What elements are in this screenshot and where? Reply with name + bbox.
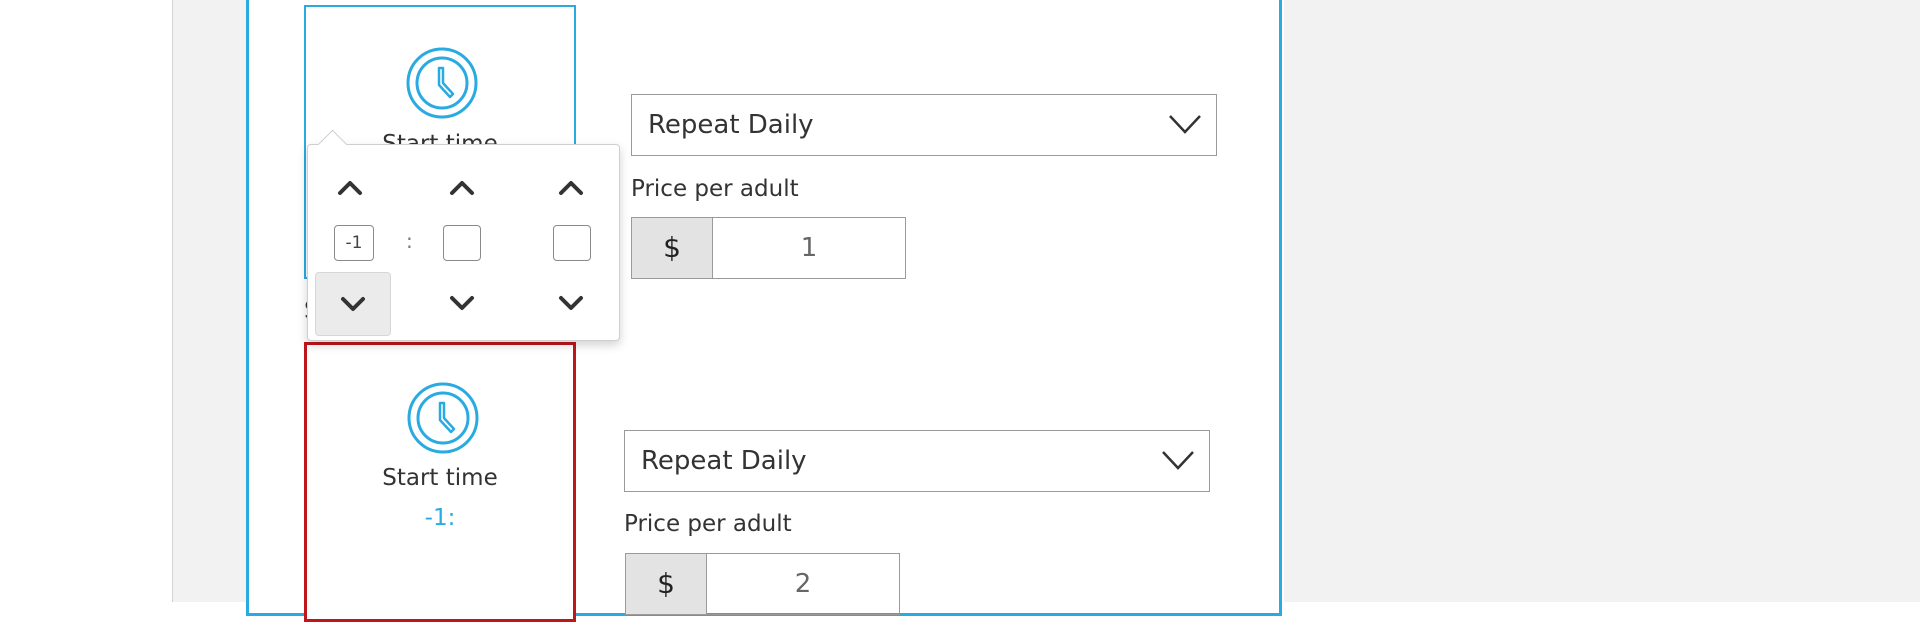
chevron-down-icon — [450, 296, 474, 310]
minutes-decrement-button[interactable] — [425, 272, 499, 334]
chevron-up-icon — [338, 181, 362, 195]
repeat-select-2[interactable]: Repeat Daily — [624, 430, 1210, 492]
start-time-value: -1: — [424, 505, 456, 531]
minutes-input[interactable] — [443, 225, 481, 261]
time-separator: : — [406, 229, 413, 253]
chevron-up-icon — [559, 181, 583, 195]
left-gutter — [173, 0, 247, 602]
clock-icon — [407, 382, 479, 454]
chevron-down-icon — [559, 296, 583, 310]
page-background-right — [1284, 0, 1920, 602]
time-picker-popover: -1 : — [307, 129, 620, 341]
price-per-adult-label: Price per adult — [624, 511, 792, 537]
price-field-2: $ 2 — [625, 553, 900, 615]
chevron-down-icon — [1169, 115, 1201, 134]
minutes-increment-button[interactable] — [425, 157, 499, 219]
currency-addon: $ — [632, 218, 713, 278]
seconds-input[interactable] — [553, 225, 591, 261]
clock-icon — [406, 47, 478, 119]
repeat-select-value: Repeat Daily — [648, 110, 814, 140]
price-input-2[interactable]: 2 — [707, 554, 899, 614]
hours-decrement-button[interactable] — [315, 272, 391, 336]
start-time-label: Start time — [382, 465, 498, 491]
chevron-down-icon — [341, 297, 365, 311]
price-per-adult-label: Price per adult — [631, 176, 799, 202]
repeat-select-1[interactable]: Repeat Daily — [631, 94, 1217, 156]
hours-input[interactable]: -1 — [334, 225, 374, 261]
price-field-1: $ 1 — [631, 217, 906, 279]
price-input-1[interactable]: 1 — [713, 218, 905, 278]
hours-increment-button[interactable] — [313, 157, 387, 219]
start-time-card-2[interactable]: Start time -1: — [304, 342, 576, 622]
currency-addon: $ — [626, 554, 707, 614]
sidebar-divider — [172, 0, 173, 602]
seconds-increment-button[interactable] — [534, 157, 608, 219]
seconds-decrement-button[interactable] — [534, 272, 608, 334]
chevron-up-icon — [450, 181, 474, 195]
chevron-down-icon — [1162, 451, 1194, 470]
repeat-select-value: Repeat Daily — [641, 446, 807, 476]
